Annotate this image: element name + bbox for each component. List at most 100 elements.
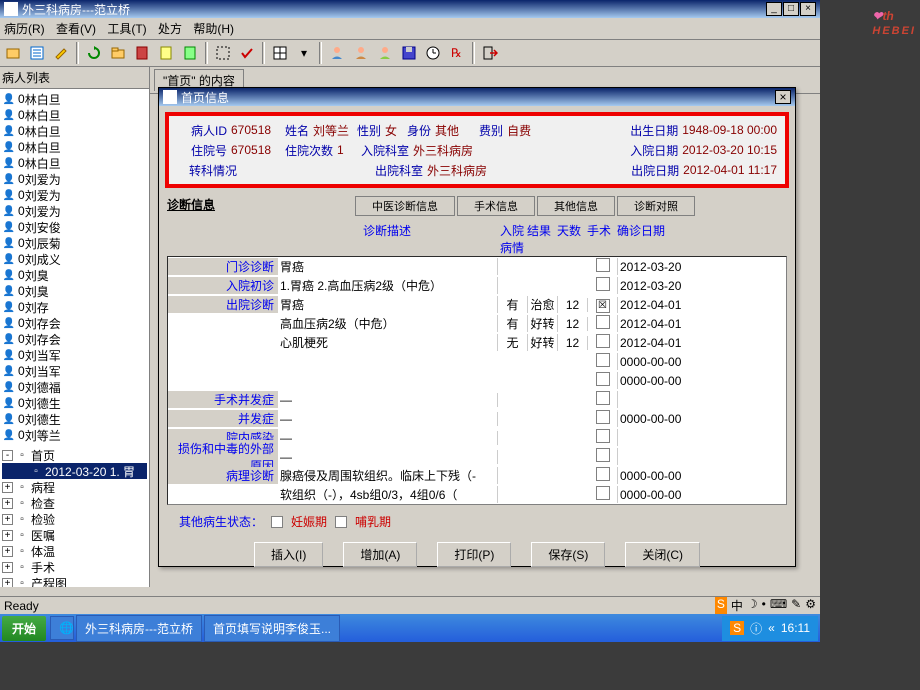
patient-row[interactable]: 👤0 刘德生 [2,395,147,411]
tree-item[interactable]: +▫医嘱 [2,527,147,543]
tb-grid-icon[interactable] [269,42,291,64]
tb-refresh-icon[interactable] [83,42,105,64]
surgery-checkbox[interactable] [596,410,610,424]
diag-tab[interactable]: 诊断对照 [617,196,695,216]
patient-row[interactable]: 👤0 林白旦 [2,107,147,123]
surgery-checkbox[interactable] [596,391,610,405]
tray-lang-icon[interactable]: 中 [731,597,743,614]
tb-check-icon[interactable] [179,42,201,64]
patient-row[interactable]: 👤0 刘辰菊 [2,235,147,251]
tree-item[interactable]: +▫体温 [2,543,147,559]
patient-row[interactable]: 👤0 刘臭 [2,267,147,283]
tree-item[interactable]: +▫病程 [2,479,147,495]
surgery-checkbox[interactable] [596,258,610,272]
tree-expand-icon[interactable]: + [2,546,13,557]
task-doc[interactable]: 首页填写说明李俊玉... [204,615,340,642]
patient-row[interactable]: 👤0 刘当军 [2,363,147,379]
patient-row[interactable]: 👤0 刘爱为 [2,187,147,203]
tree-expand-icon[interactable]: - [2,450,13,461]
tree-expand-icon[interactable]: + [2,498,13,509]
surgery-checkbox[interactable] [596,334,610,348]
tb-folder-icon[interactable] [107,42,129,64]
table-row[interactable]: 0000-00-00 [168,371,786,390]
patient-row[interactable]: 👤0 刘存会 [2,315,147,331]
tree-expand-icon[interactable]: + [2,530,13,541]
patient-row[interactable]: 👤0 刘臭 [2,283,147,299]
patient-row[interactable]: 👤0 刘德福 [2,379,147,395]
patient-row[interactable]: 👤0 刘成义 [2,251,147,267]
tb-open-icon[interactable] [2,42,24,64]
patient-row[interactable]: 👤0 林白旦 [2,91,147,107]
table-row[interactable]: 心肌梗死无好转122012-04-01 [168,333,786,352]
close-button[interactable]: × [800,2,816,16]
tray-ime-icon[interactable]: S [715,597,727,614]
tb-sel-icon[interactable] [212,42,234,64]
tray-gear-icon[interactable]: ⚙ [805,597,816,614]
quick-browser-icon[interactable]: 🌐 [50,616,74,640]
table-row[interactable]: 损伤和中毒的外部原因— [168,447,786,466]
tree-item[interactable]: +▫检验 [2,511,147,527]
patient-row[interactable]: 👤0 林白旦 [2,155,147,171]
table-row[interactable]: 病理诊断腺癌侵及周围软组织。临床上下残（-0000-00-00 [168,466,786,485]
tb-rx-icon[interactable]: ℞ [446,42,468,64]
table-row[interactable]: 0000-00-00 [168,352,786,371]
tb-note-icon[interactable] [155,42,177,64]
tree-expand-icon[interactable]: + [2,578,13,588]
patient-row[interactable]: 👤0 刘等兰 [2,427,147,443]
tree-expand-icon[interactable]: + [2,514,13,525]
tray-expand-icon[interactable]: « [768,621,775,635]
menu-record[interactable]: 病历(R) [4,22,45,36]
surgery-checkbox[interactable]: ☒ [596,299,610,313]
task-app[interactable]: 外三科病房---范立桥 [76,615,202,642]
tray-kbd-icon[interactable]: ⌨ [770,597,787,614]
surgery-checkbox[interactable] [596,372,610,386]
minimize-button[interactable]: _ [766,2,782,16]
dialog-close-button[interactable]: × [775,90,791,104]
table-row[interactable]: 手术并发症— [168,390,786,409]
lactation-checkbox[interactable] [335,516,347,528]
tree-item[interactable]: -▫首页 [2,447,147,463]
menu-rx[interactable]: 处方 [158,22,182,36]
tray-pad-icon[interactable]: ✎ [791,597,801,614]
tray-info-icon[interactable]: ⓘ [750,620,762,637]
menu-help[interactable]: 帮助(H) [193,22,234,36]
patient-row[interactable]: 👤0 刘存 [2,299,147,315]
surgery-checkbox[interactable] [596,467,610,481]
table-row[interactable]: 高血压病2级（中危）有好转122012-04-01 [168,314,786,333]
surgery-checkbox[interactable] [596,277,610,291]
table-row[interactable]: 入院初诊1.胃癌 2.高血压病2级（中危）2012-03-20 [168,276,786,295]
patient-row[interactable]: 👤0 林白旦 [2,123,147,139]
patient-row[interactable]: 👤0 刘存会 [2,331,147,347]
tree-expand-icon[interactable]: + [2,482,13,493]
tb-exit-icon[interactable] [479,42,501,64]
print-button[interactable]: 打印(P) [437,542,511,567]
surgery-checkbox[interactable] [596,486,610,500]
maximize-button[interactable]: □ [783,2,799,16]
tb-ok-icon[interactable] [236,42,258,64]
surgery-checkbox[interactable] [596,315,610,329]
menu-view[interactable]: 查看(V) [56,22,96,36]
save-button[interactable]: 保存(S) [531,542,605,567]
table-row[interactable]: 并发症—0000-00-00 [168,409,786,428]
tb-book-icon[interactable] [131,42,153,64]
patient-row[interactable]: 👤0 刘爱为 [2,171,147,187]
tb-disk-icon[interactable] [398,42,420,64]
pregnancy-checkbox[interactable] [271,516,283,528]
tray-s-icon[interactable]: S [730,621,744,635]
diag-tab[interactable]: 中医诊断信息 [355,196,455,216]
tb-down-icon[interactable]: ▾ [293,42,315,64]
patient-row[interactable]: 👤0 刘德生 [2,411,147,427]
close-dialog-button[interactable]: 关闭(C) [625,542,700,567]
diag-tab[interactable]: 其他信息 [537,196,615,216]
tb-user1-icon[interactable] [326,42,348,64]
patient-row[interactable]: 👤0 刘爱为 [2,203,147,219]
tree-expand-icon[interactable]: + [2,562,13,573]
insert-button[interactable]: 插入(I) [254,542,323,567]
tb-time-icon[interactable] [422,42,444,64]
menu-tools[interactable]: 工具(T) [107,22,146,36]
patient-row[interactable]: 👤0 刘当军 [2,347,147,363]
patient-row[interactable]: 👤0 林白旦 [2,139,147,155]
surgery-checkbox[interactable] [596,353,610,367]
tb-user3-icon[interactable] [374,42,396,64]
surgery-checkbox[interactable] [596,448,610,462]
